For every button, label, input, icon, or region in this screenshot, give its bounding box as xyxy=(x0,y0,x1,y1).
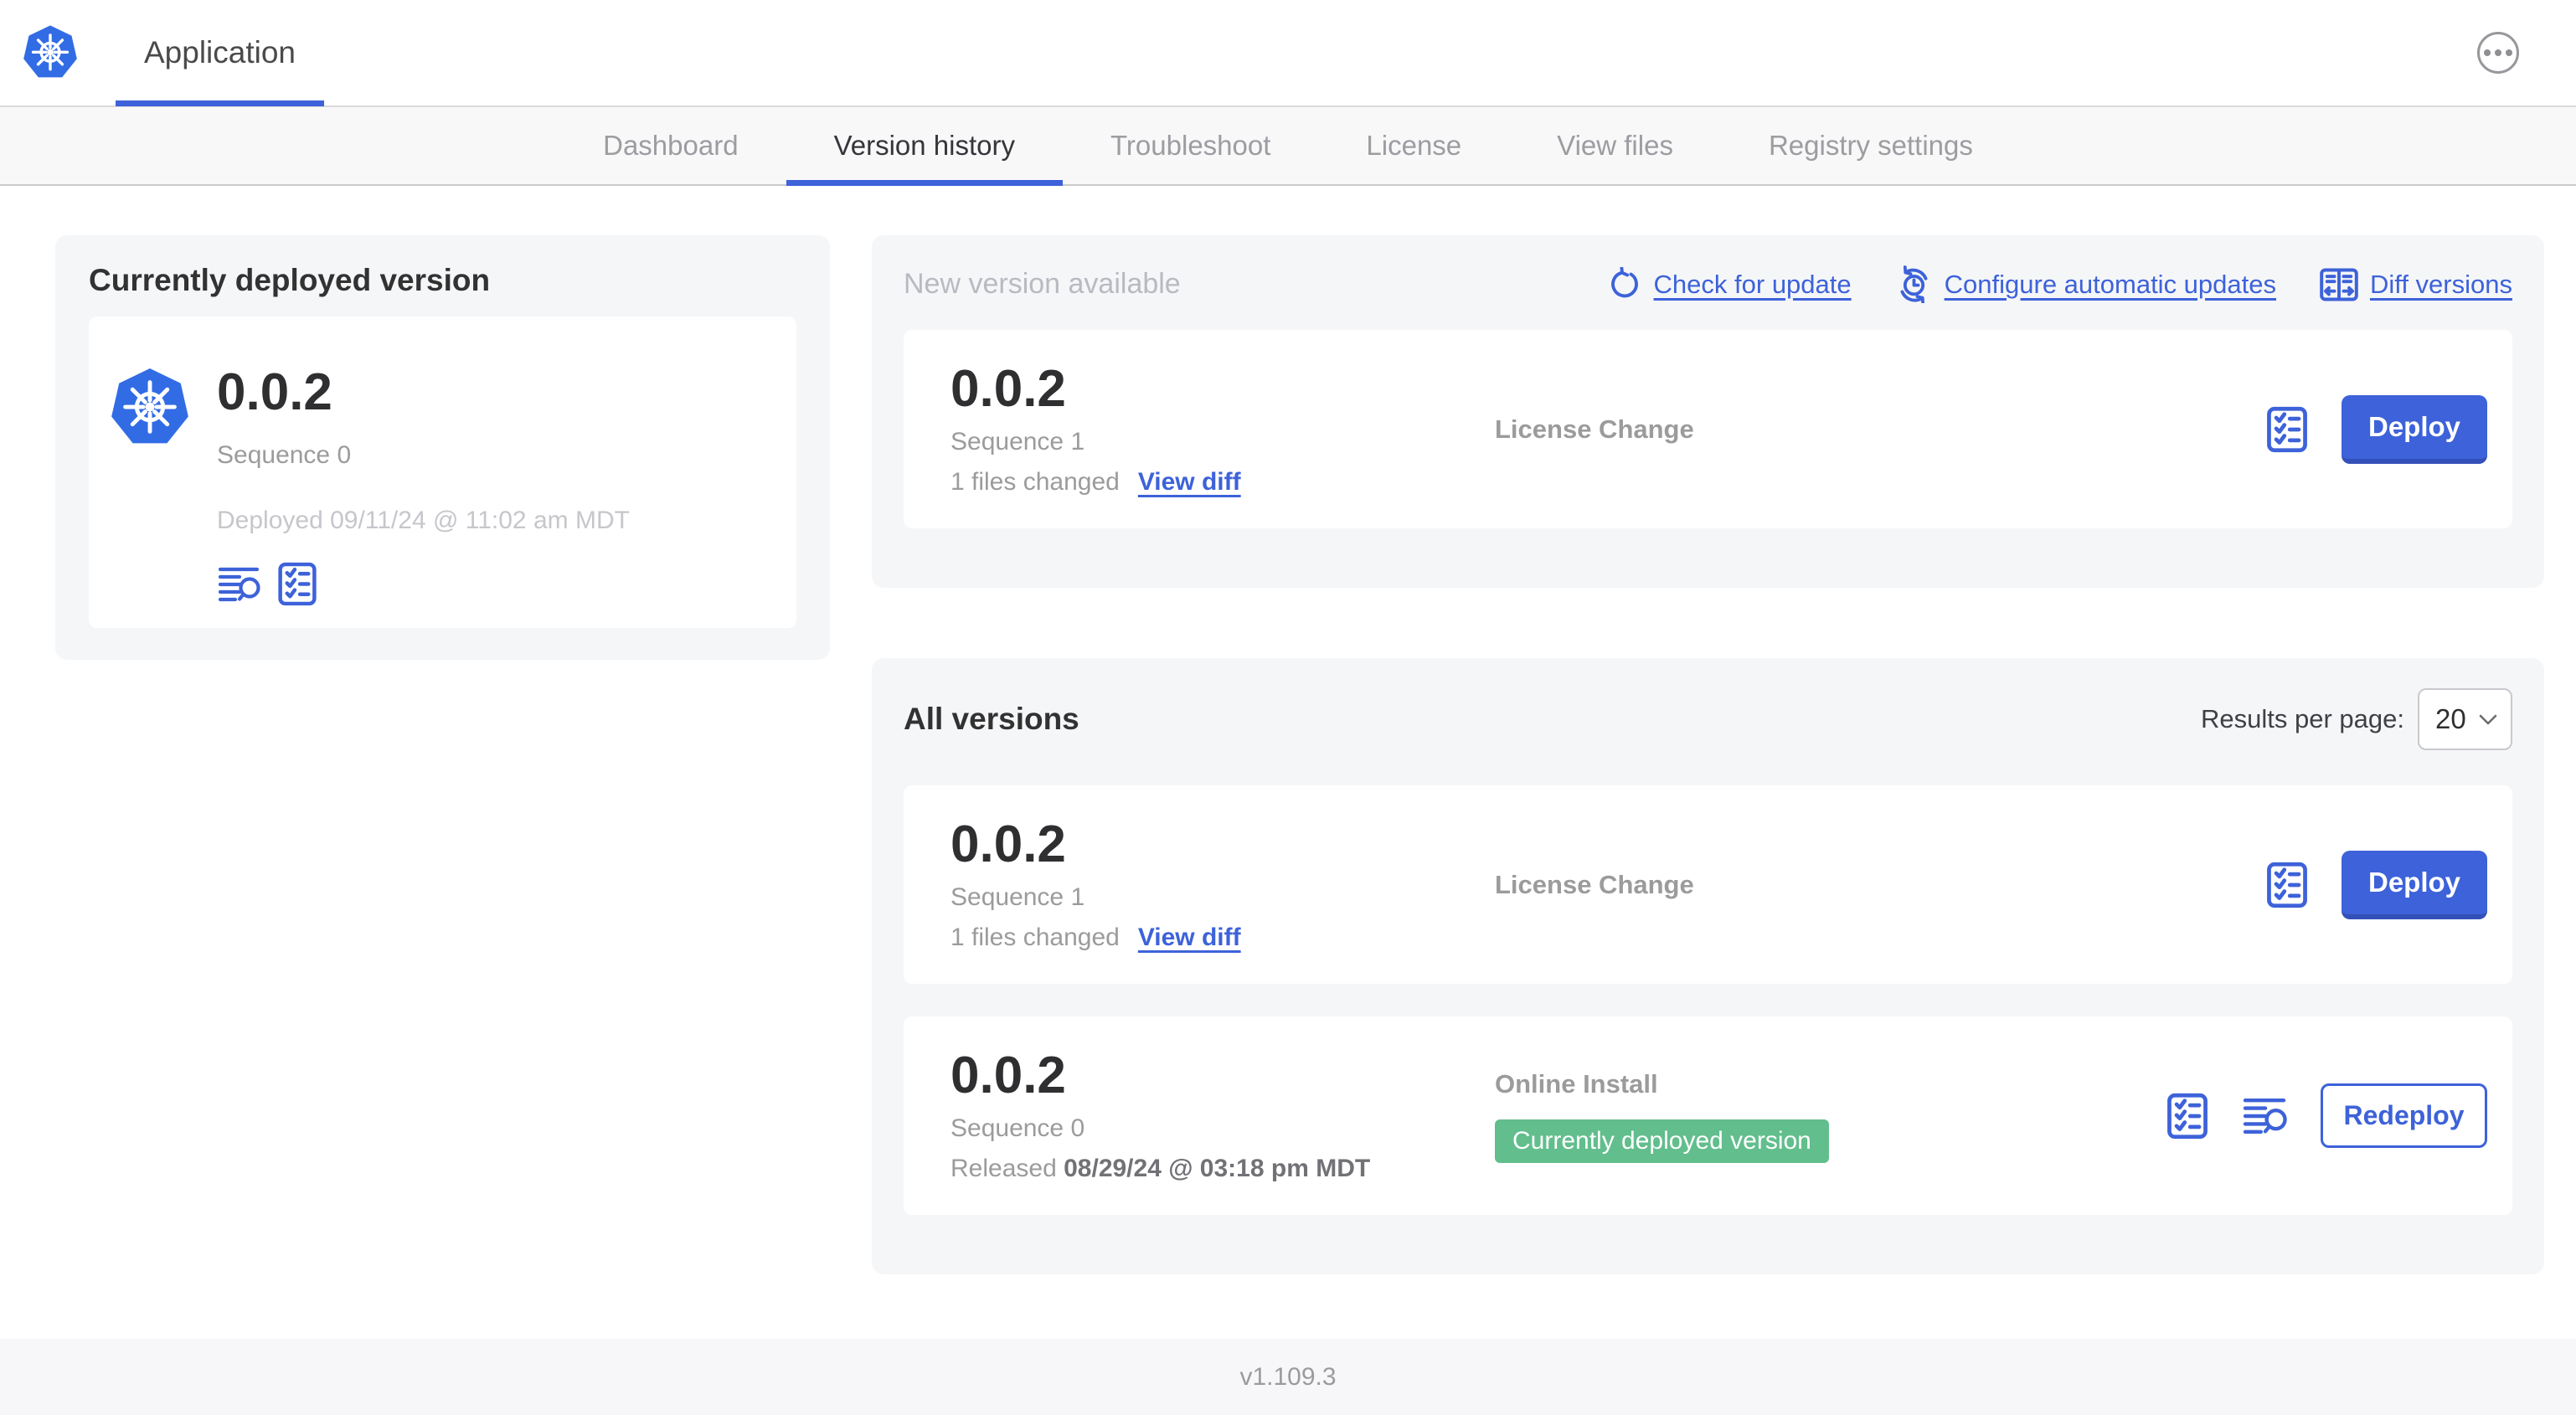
tab-license[interactable]: License xyxy=(1318,107,1509,184)
current-version-sequence: Sequence 0 xyxy=(217,441,352,470)
preflight-checklist-icon[interactable] xyxy=(2166,1093,2208,1140)
app-header: Application xyxy=(0,0,2576,107)
version-row-sequence-0: 0.0.2 Sequence 0 Released 08/29/24 @ 03:… xyxy=(904,1016,2512,1215)
version-number: 0.0.2 xyxy=(951,1046,1066,1104)
currently-deployed-title: Currently deployed version xyxy=(89,263,491,297)
version-number: 0.0.2 xyxy=(951,815,1066,873)
app-tab-application[interactable]: Application xyxy=(116,0,325,106)
diff-versions-link[interactable]: Diff versions xyxy=(2320,268,2512,301)
preflight-checklist-icon[interactable] xyxy=(2266,862,2308,908)
results-per-page-select[interactable]: 20 xyxy=(2418,688,2512,750)
configure-automatic-updates-link[interactable]: Configure automatic updates xyxy=(1895,265,2276,303)
version-released-date: Released 08/29/24 @ 03:18 pm MDT xyxy=(951,1155,1371,1183)
tab-version-history[interactable]: Version history xyxy=(786,107,1063,186)
current-version-number: 0.0.2 xyxy=(217,363,332,421)
app-icon xyxy=(109,367,191,449)
preflight-checklist-icon[interactable] xyxy=(2266,406,2308,453)
all-versions-title: All versions xyxy=(904,702,1079,736)
check-for-update-link[interactable]: Check for update xyxy=(1608,267,1852,301)
results-per-page-value: 20 xyxy=(2435,703,2466,734)
files-changed-text: 1 files changed xyxy=(951,468,1120,497)
ellipsis-icon xyxy=(2484,49,2491,56)
all-versions-panel: All versions Results per page: 20 0.0.2 … xyxy=(872,658,2544,1274)
deploy-logs-icon[interactable] xyxy=(217,565,260,604)
preflight-checklist-icon[interactable] xyxy=(277,562,317,606)
tab-troubleshoot[interactable]: Troubleshoot xyxy=(1063,107,1318,184)
version-sequence: Sequence 0 xyxy=(951,1114,1085,1143)
admin-console-page: Application Dashboard Version history Tr… xyxy=(0,0,2576,1415)
currently-deployed-card: Currently deployed version 0.0.2 Sequenc… xyxy=(55,235,830,660)
main-content: Currently deployed version 0.0.2 Sequenc… xyxy=(0,186,2576,1339)
version-sequence: Sequence 1 xyxy=(951,428,1085,456)
chevron-down-icon xyxy=(2479,714,2497,725)
results-per-page-label: Results per page: xyxy=(2201,704,2404,733)
version-sequence: Sequence 1 xyxy=(951,883,1085,912)
new-version-panel: New version available Check for update C… xyxy=(872,235,2544,588)
tab-registry-settings[interactable]: Registry settings xyxy=(1721,107,2021,184)
diff-icon xyxy=(2320,268,2358,301)
version-number: 0.0.2 xyxy=(951,359,1066,418)
app-nav: Dashboard Version history Troubleshoot L… xyxy=(0,107,2576,186)
tab-view-files[interactable]: View files xyxy=(1509,107,1721,184)
auto-update-clock-icon xyxy=(1895,265,1933,303)
view-diff-link[interactable]: View diff xyxy=(1138,924,1241,952)
deploy-button[interactable]: Deploy xyxy=(2342,394,2487,464)
tab-dashboard[interactable]: Dashboard xyxy=(555,107,786,184)
version-source: Online Install xyxy=(1495,1068,1658,1099)
kubernetes-logo-icon xyxy=(22,24,79,81)
current-version-deployed-date: Deployed 09/11/24 @ 11:02 am MDT xyxy=(217,507,630,535)
files-changed-text: 1 files changed xyxy=(951,924,1120,952)
overflow-menu-button[interactable] xyxy=(2477,32,2519,74)
new-version-row: 0.0.2 Sequence 1 1 files changed View di… xyxy=(904,330,2512,528)
redeploy-button[interactable]: Redeploy xyxy=(2321,1083,2487,1148)
new-version-title: New version available xyxy=(904,268,1181,300)
version-source: License Change xyxy=(1495,869,1694,899)
version-row-sequence-1: 0.0.2 Sequence 1 1 files changed View di… xyxy=(904,785,2512,984)
version-source: License Change xyxy=(1495,414,1694,444)
refresh-icon xyxy=(1608,267,1642,301)
console-version: v1.109.3 xyxy=(1239,1362,1337,1391)
currently-deployed-badge: Currently deployed version xyxy=(1495,1119,1829,1163)
view-diff-link[interactable]: View diff xyxy=(1138,468,1241,497)
currently-deployed-version-card: 0.0.2 Sequence 0 Deployed 09/11/24 @ 11:… xyxy=(89,316,796,628)
app-tab-label: Application xyxy=(144,35,296,69)
footer: v1.109.3 xyxy=(0,1339,2576,1415)
deploy-logs-icon[interactable] xyxy=(2242,1096,2287,1136)
deploy-button[interactable]: Deploy xyxy=(2342,850,2487,919)
